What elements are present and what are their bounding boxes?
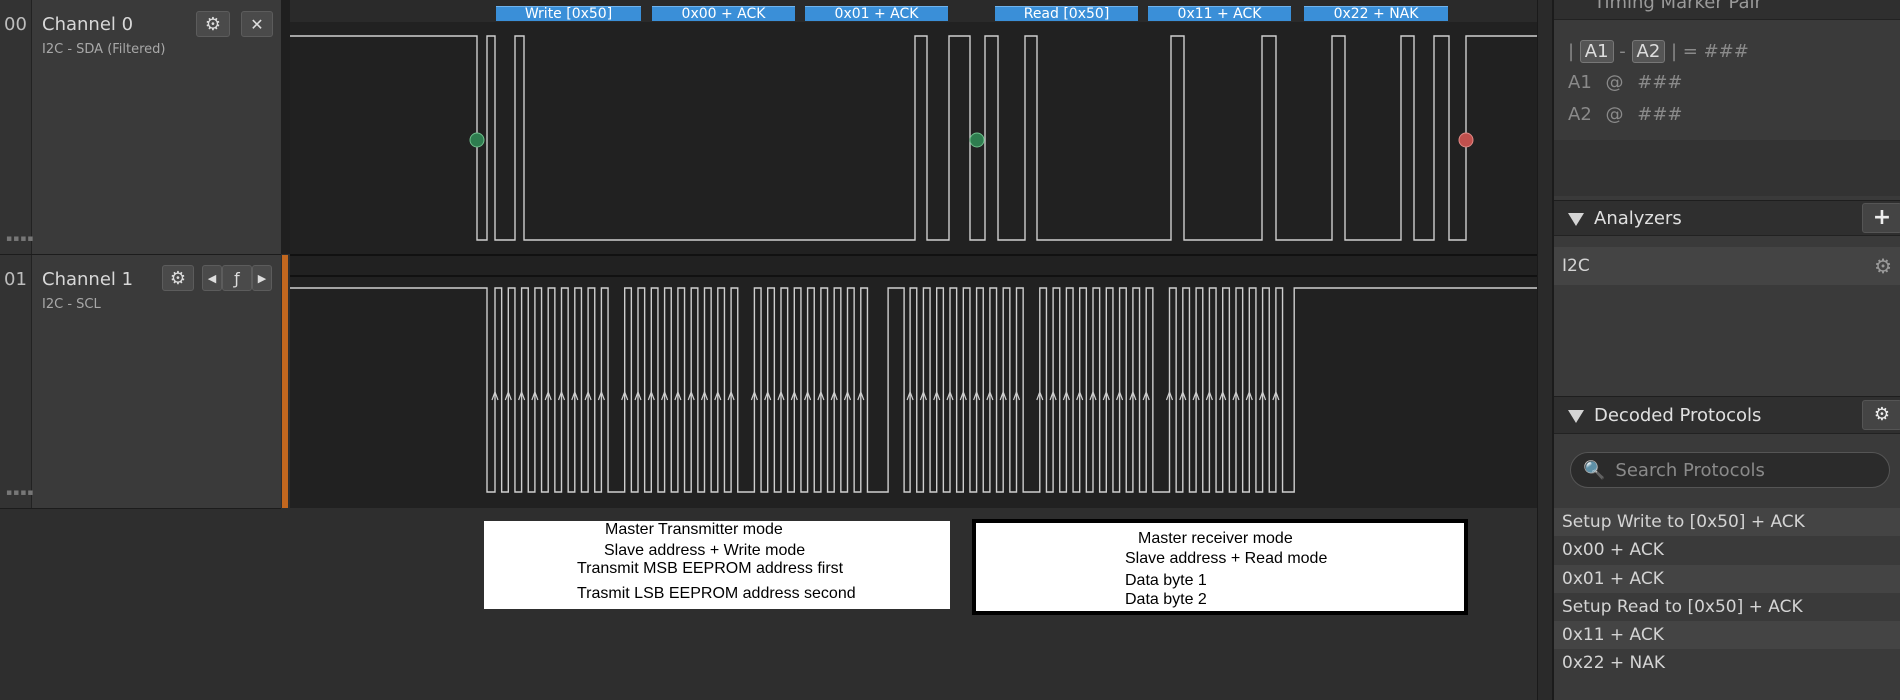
a1-label: A1: [1568, 72, 1592, 93]
channel-1-next-edge-button[interactable]: ▶: [252, 265, 272, 291]
timing-marker-header[interactable]: Timing Marker Pair: [1554, 0, 1900, 20]
triangle-left-icon: ◀: [207, 271, 217, 285]
analyzers-title: Analyzers: [1594, 208, 1682, 229]
decoded-row[interactable]: 0x01 + ACK: [1554, 565, 1900, 593]
a1-marker-button[interactable]: A1: [1579, 40, 1614, 63]
channel-1-resize-grip[interactable]: ▪▪▪▪: [6, 488, 34, 498]
channel-1-prev-edge-button[interactable]: ◀: [202, 265, 222, 291]
scl-arrows: [491, 390, 1280, 401]
note-left-line-1: Master Transmitter mode: [605, 521, 783, 538]
decoded-protocols-title: Decoded Protocols: [1594, 405, 1762, 426]
note-right-line-3: Data byte 1: [1125, 572, 1207, 589]
a2-label: A2: [1568, 104, 1592, 125]
start-marker-1[interactable]: [469, 132, 485, 148]
decoded-settings-button[interactable]: ⚙: [1862, 400, 1900, 430]
plus-icon: +: [1872, 205, 1892, 230]
note-left-line-4: Trasmit LSB EEPROM address second: [577, 585, 856, 602]
search-icon: 🔍: [1583, 459, 1606, 481]
decoded-row[interactable]: 0x22 + NAK: [1554, 649, 1900, 677]
decoded-protocols-header[interactable]: Decoded Protocols ⚙: [1554, 396, 1900, 434]
waveform-area[interactable]: Write [0x50] 0x00 + ACK 0x01 + ACK Read …: [290, 0, 1537, 508]
channel-1-trigger-button[interactable]: ƒ: [222, 265, 252, 291]
a2-row: A2 @ ###: [1568, 104, 1682, 125]
collapse-triangle-icon: [1568, 410, 1584, 423]
channel-0-number: 00: [0, 0, 32, 254]
a1-at: @: [1605, 72, 1624, 93]
waveform-svg: [290, 35, 1537, 493]
channel-0-settings-button[interactable]: ⚙: [196, 11, 230, 37]
search-protocols[interactable]: 🔍: [1570, 452, 1890, 488]
right-panel: Timing Marker Pair | A1 - A2 | = ### A1 …: [1552, 0, 1900, 700]
channel-0-close-button[interactable]: ✕: [241, 11, 273, 37]
note-right-line-2: Slave address + Read mode: [1125, 550, 1328, 567]
channel-0-name[interactable]: Channel 0: [42, 14, 133, 35]
gear-icon: ⚙: [1873, 404, 1891, 425]
a1-value: ###: [1637, 72, 1683, 93]
decoded-row[interactable]: Setup Read to [0x50] + ACK: [1554, 593, 1900, 621]
channel-0-header: 00 Channel 0 I2C - SDA (Filtered) ⚙ ✕ ▪▪…: [0, 0, 281, 255]
channel-1-header: 01 Channel 1 I2C - SCL ⚙ ◀ ƒ ▶ ▪▪▪▪: [0, 255, 281, 509]
gear-icon: ⚙: [204, 13, 222, 35]
analyzer-item-label: I2C: [1562, 256, 1590, 276]
start-marker-2[interactable]: [969, 132, 985, 148]
channel-0-resize-grip[interactable]: ▪▪▪▪: [6, 234, 34, 244]
stop-marker[interactable]: [1458, 132, 1474, 148]
timing-panel-bottom: [1554, 140, 1900, 196]
channel-1-subtitle: I2C - SCL: [42, 297, 101, 312]
vertical-scrollbar[interactable]: [1537, 0, 1553, 700]
note-right-line-4: Data byte 2: [1125, 591, 1207, 608]
channel-0-divider[interactable]: [281, 0, 290, 254]
a1-row: A1 @ ###: [1568, 72, 1682, 93]
analyzer-item-i2c[interactable]: I2C ⚙: [1554, 247, 1900, 285]
close-icon: ✕: [250, 14, 264, 34]
channel-1-number: 01: [0, 255, 32, 508]
a2-marker-button[interactable]: A2: [1631, 40, 1666, 63]
scl-trace: [290, 287, 1537, 493]
collapse-triangle-icon: [1568, 213, 1584, 226]
note-right-line-1: Master receiver mode: [1138, 530, 1293, 547]
timing-diff-value: = ###: [1682, 41, 1749, 62]
search-input[interactable]: [1613, 458, 1878, 482]
add-analyzer-button[interactable]: +: [1862, 203, 1900, 233]
gear-icon[interactable]: ⚙: [1874, 247, 1892, 285]
decoded-row[interactable]: Setup Write to [0x50] + ACK: [1554, 508, 1900, 536]
channel-0-subtitle: I2C - SDA (Filtered): [42, 42, 166, 57]
gear-icon: ⚙: [169, 267, 187, 289]
channel-1-settings-button[interactable]: ⚙: [162, 265, 194, 291]
triangle-right-icon: ▶: [257, 271, 267, 285]
timing-marker-title: Timing Marker Pair: [1594, 0, 1762, 13]
edge-trigger-icon: ƒ: [234, 268, 240, 288]
timing-diff-row: | A1 - A2 | = ###: [1568, 40, 1749, 63]
decoded-row[interactable]: 0x00 + ACK: [1554, 536, 1900, 564]
a2-at: @: [1605, 104, 1624, 125]
note-left-line-2: Slave address + Write mode: [604, 542, 806, 559]
channel-1-divider[interactable]: [282, 255, 288, 508]
note-left-line-3: Transmit MSB EEPROM address first: [577, 560, 844, 577]
annotation-write-transaction: Master Transmitter mode Slave address + …: [484, 521, 950, 609]
annotation-read-transaction: Master receiver mode Slave address + Rea…: [972, 519, 1468, 615]
decoded-row[interactable]: 0x11 + ACK: [1554, 621, 1900, 649]
a2-value: ###: [1637, 104, 1683, 125]
channel-1-name[interactable]: Channel 1: [42, 269, 133, 290]
analyzers-header[interactable]: Analyzers +: [1554, 200, 1900, 236]
